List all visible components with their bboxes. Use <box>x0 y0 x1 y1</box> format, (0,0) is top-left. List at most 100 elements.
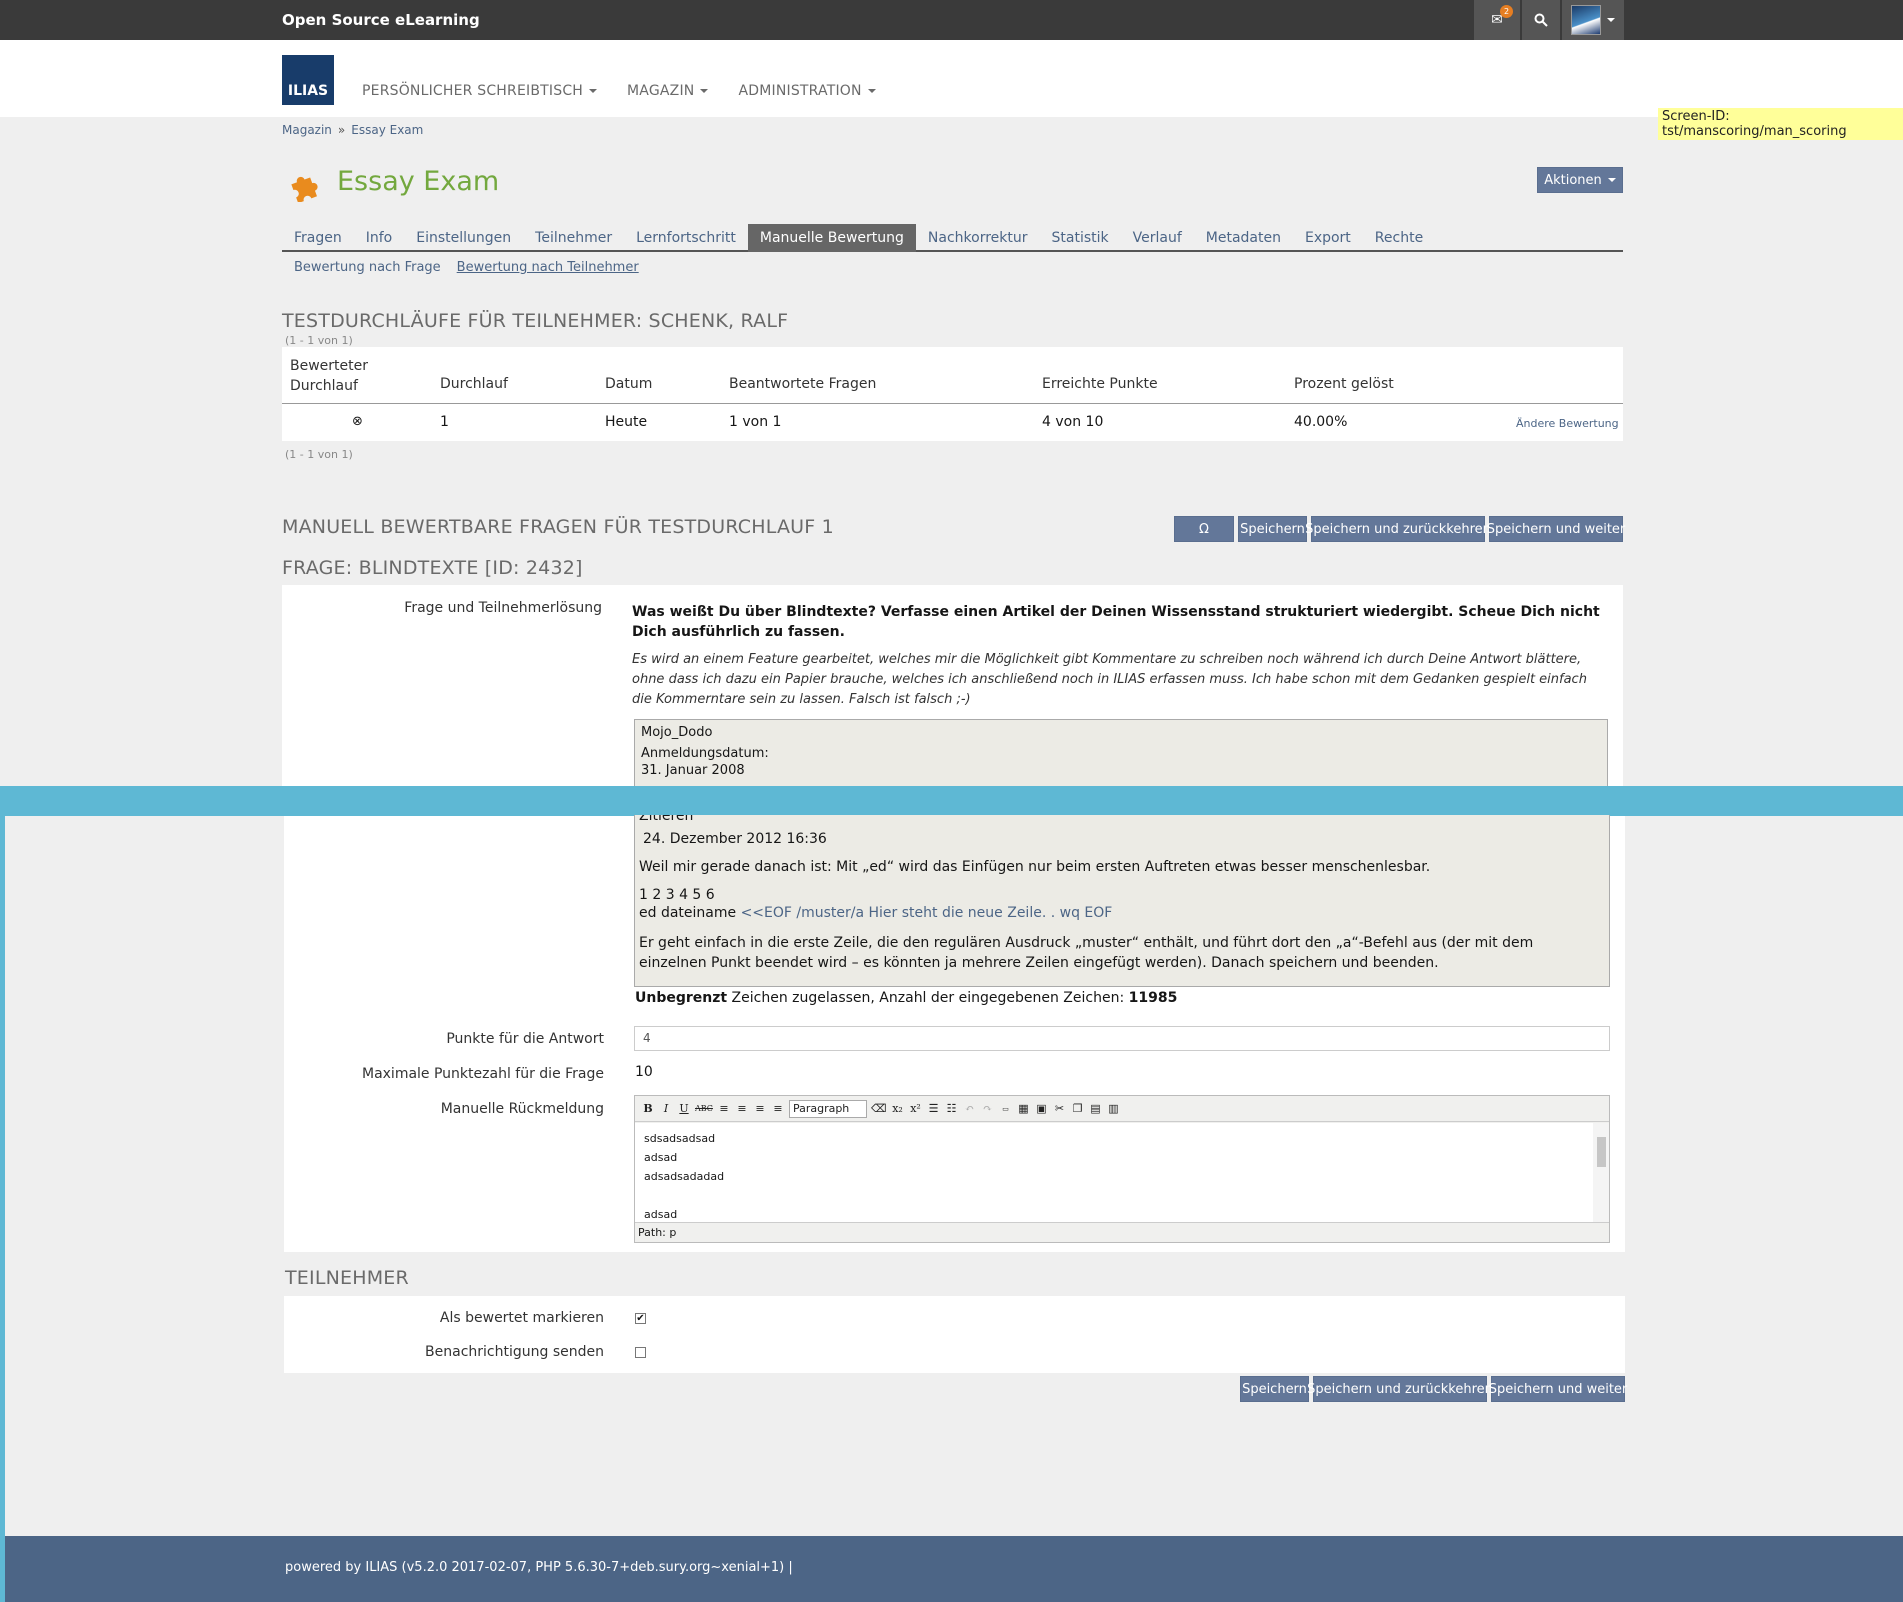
mail-button[interactable]: ✉ 2 <box>1474 0 1520 40</box>
ilias-logo[interactable]: ILIAS <box>282 55 334 105</box>
points-input[interactable]: 4 <box>634 1026 1610 1051</box>
chevron-down-icon <box>867 89 876 93</box>
scored-label: Als bewertet markieren <box>439 1310 604 1326</box>
paste-word-icon[interactable]: ▥ <box>1107 1102 1121 1115</box>
undo-icon[interactable]: ↶ <box>963 1102 977 1115</box>
question-hint: Es wird an einem Feature gearbeitet, wel… <box>632 652 1587 707</box>
save-return-button-top[interactable]: Speichern und zurückkehren <box>1305 516 1491 542</box>
superscript-icon[interactable]: x² <box>909 1102 923 1115</box>
table-header-row: Bewerteter Durchlauf Durchlauf Datum Bean… <box>282 347 1623 404</box>
tab-metadaten[interactable]: Metadaten <box>1194 224 1293 252</box>
screen-id: Screen-ID: tst/manscoring/man_scoring <box>1658 108 1903 140</box>
editor-scrollbar[interactable] <box>1593 1123 1609 1222</box>
tab-rechte[interactable]: Rechte <box>1363 224 1435 252</box>
copy-icon[interactable]: ❐ <box>1071 1102 1085 1115</box>
subtab-bar: Bewertung nach Frage Bewertung nach Teil… <box>294 260 639 275</box>
scored-checkbox[interactable]: ✔ <box>635 1313 646 1324</box>
actions-dropdown[interactable]: Aktionen <box>1537 167 1623 193</box>
runs-count-bottom: (1 - 1 von 1) <box>285 448 353 461</box>
table-icon[interactable]: ▦ <box>1017 1102 1031 1115</box>
tab-verlauf[interactable]: Verlauf <box>1121 224 1194 252</box>
col-header-bewertet[interactable]: Bewerteter Durchlauf <box>290 356 368 396</box>
max-points-value: 10 <box>635 1064 653 1080</box>
feedback-textarea[interactable]: sdsadsadsad adsad adsadsadadad adsad <box>635 1123 1593 1222</box>
answer-reg-label: Anmeldungsdatum: <box>641 746 769 761</box>
paste-icon[interactable]: ▤ <box>1089 1102 1103 1115</box>
answer-code-link[interactable]: <<EOF /muster/a Hier steht die neue Zeil… <box>741 905 1113 921</box>
chevron-down-icon <box>1607 178 1616 182</box>
tab-export[interactable]: Export <box>1293 224 1363 252</box>
participant-answer: Mojo_Dodo Anmeldungsdatum: 31. Januar 20… <box>634 719 1608 786</box>
tab-info[interactable]: Info <box>354 224 405 252</box>
subtab-by-question[interactable]: Bewertung nach Frage <box>294 260 441 275</box>
tab-bar: Fragen Info Einstellungen Teilnehmer Ler… <box>282 224 1623 252</box>
subtab-by-participant[interactable]: Bewertung nach Teilnehmer <box>457 260 639 275</box>
html-source-icon[interactable]: ▭ <box>999 1105 1013 1113</box>
save-return-button-bottom[interactable]: Speichern und zurückkehren <box>1307 1376 1493 1402</box>
change-score-link[interactable]: Ändere Bewertung <box>1516 417 1619 430</box>
align-center-icon[interactable]: ≡ <box>735 1102 749 1115</box>
test-object-icon <box>291 176 318 202</box>
nav-administration[interactable]: ADMINISTRATION <box>738 83 876 99</box>
tab-fragen[interactable]: Fragen <box>282 224 354 252</box>
col-header-prozent[interactable]: Prozent gelöst <box>1294 376 1394 392</box>
answer-reg-date: 31. Januar 2008 <box>641 763 745 778</box>
save-button-bottom[interactable]: Speichern <box>1240 1376 1309 1402</box>
subscript-icon[interactable]: x₂ <box>891 1102 905 1115</box>
align-left-icon[interactable]: ≡ <box>717 1102 731 1115</box>
save-button-top[interactable]: Speichern <box>1238 516 1307 542</box>
tab-lernfortschritt[interactable]: Lernfortschritt <box>624 224 748 252</box>
header: ILIAS PERSÖNLICHER SCHREIBTISCH MAGAZIN … <box>0 40 1903 117</box>
format-select[interactable]: Paragraph <box>788 1099 867 1118</box>
run-percent: 40.00% <box>1294 414 1348 430</box>
footer: powered by ILIAS (v5.2.0 2017-02-07, PHP… <box>5 1536 1903 1602</box>
strikethrough-icon[interactable]: ABC <box>695 1104 713 1113</box>
breadcrumb-item-essay-exam[interactable]: Essay Exam <box>351 123 423 137</box>
bullet-list-icon[interactable]: ☰ <box>927 1102 941 1115</box>
col-header-punkte[interactable]: Erreichte Punkte <box>1042 376 1158 392</box>
search-icon <box>1534 13 1548 27</box>
redo-icon[interactable]: ↷ <box>981 1102 995 1115</box>
tab-einstellungen[interactable]: Einstellungen <box>404 224 523 252</box>
col-header-durchlauf[interactable]: Durchlauf <box>440 376 508 392</box>
numbered-list-icon[interactable]: ☷ <box>945 1102 959 1115</box>
save-next-button-bottom[interactable]: Speichern und weiter <box>1489 1376 1627 1402</box>
breadcrumb-item-magazin[interactable]: Magazin <box>282 123 332 137</box>
points-label: Punkte für die Antwort <box>446 1031 604 1047</box>
tab-statistik[interactable]: Statistik <box>1040 224 1121 252</box>
italic-icon[interactable]: I <box>659 1102 673 1115</box>
tab-nachkorrektur[interactable]: Nachkorrektur <box>916 224 1040 252</box>
save-next-button-top[interactable]: Speichern und weiter <box>1487 516 1625 542</box>
col-header-datum[interactable]: Datum <box>605 376 652 392</box>
tab-teilnehmer[interactable]: Teilnehmer <box>523 224 624 252</box>
align-justify-icon[interactable]: ≡ <box>771 1102 785 1115</box>
cut-icon[interactable]: ✂ <box>1053 1102 1067 1115</box>
user-menu-button[interactable] <box>1562 0 1624 40</box>
main-navigation: PERSÖNLICHER SCHREIBTISCH MAGAZIN ADMINI… <box>362 83 876 99</box>
run-date: Heute <box>605 414 648 430</box>
nav-repository[interactable]: MAGAZIN <box>627 83 709 99</box>
breadcrumb: Magazin» Essay Exam <box>282 123 424 137</box>
image-icon[interactable]: ▣ <box>1035 1102 1049 1115</box>
answer-paragraph-3: ed dateiname <<EOF /muster/a Hier steht … <box>639 905 1113 921</box>
top-bar: Open Source eLearning ✉ 2 <box>0 0 1903 40</box>
search-button[interactable] <box>1522 0 1560 40</box>
participant-heading: Teilnehmer <box>285 1267 409 1289</box>
screenshot-seam-edge <box>0 816 5 1602</box>
nav-personal-desktop[interactable]: PERSÖNLICHER SCHREIBTISCH <box>362 83 598 99</box>
run-points: 4 von 10 <box>1042 414 1104 430</box>
clear-format-icon[interactable]: ⌫ <box>871 1102 887 1115</box>
question-label: Frage und Teilnehmerlösung <box>404 600 602 616</box>
max-points-label: Maximale Punktezahl für die Frage <box>361 1066 604 1082</box>
run-number: 1 <box>440 414 449 430</box>
underline-icon[interactable]: U <box>677 1102 691 1115</box>
col-header-beantwortet[interactable]: Beantwortete Fragen <box>729 376 876 392</box>
omega-button[interactable]: Ω <box>1174 516 1234 542</box>
align-right-icon[interactable]: ≡ <box>753 1102 767 1115</box>
notify-checkbox[interactable] <box>635 1347 646 1358</box>
run-answered: 1 von 1 <box>729 414 782 430</box>
bold-icon[interactable]: B <box>641 1102 655 1115</box>
answer-quote-label: Zitieren <box>639 815 694 824</box>
tab-manuelle-bewertung[interactable]: Manuelle Bewertung <box>747 224 916 252</box>
scrollbar-thumb[interactable] <box>1597 1137 1606 1167</box>
